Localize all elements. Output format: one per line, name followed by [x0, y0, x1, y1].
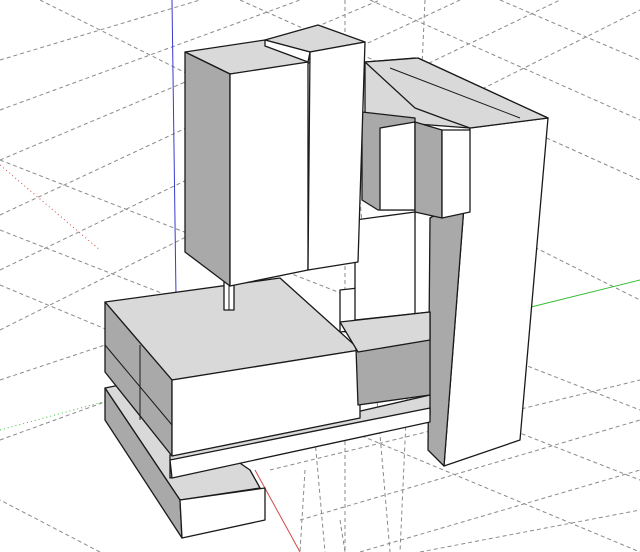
- sketchup-3d-viewport[interactable]: [0, 0, 640, 552]
- spindle-head[interactable]: [184, 39, 316, 287]
- green-axis-dotted: [0, 399, 111, 431]
- spindle[interactable]: [223, 281, 235, 311]
- blue-axis: [171, 0, 177, 297]
- model-canvas[interactable]: [0, 0, 640, 552]
- column[interactable]: [339, 57, 549, 467]
